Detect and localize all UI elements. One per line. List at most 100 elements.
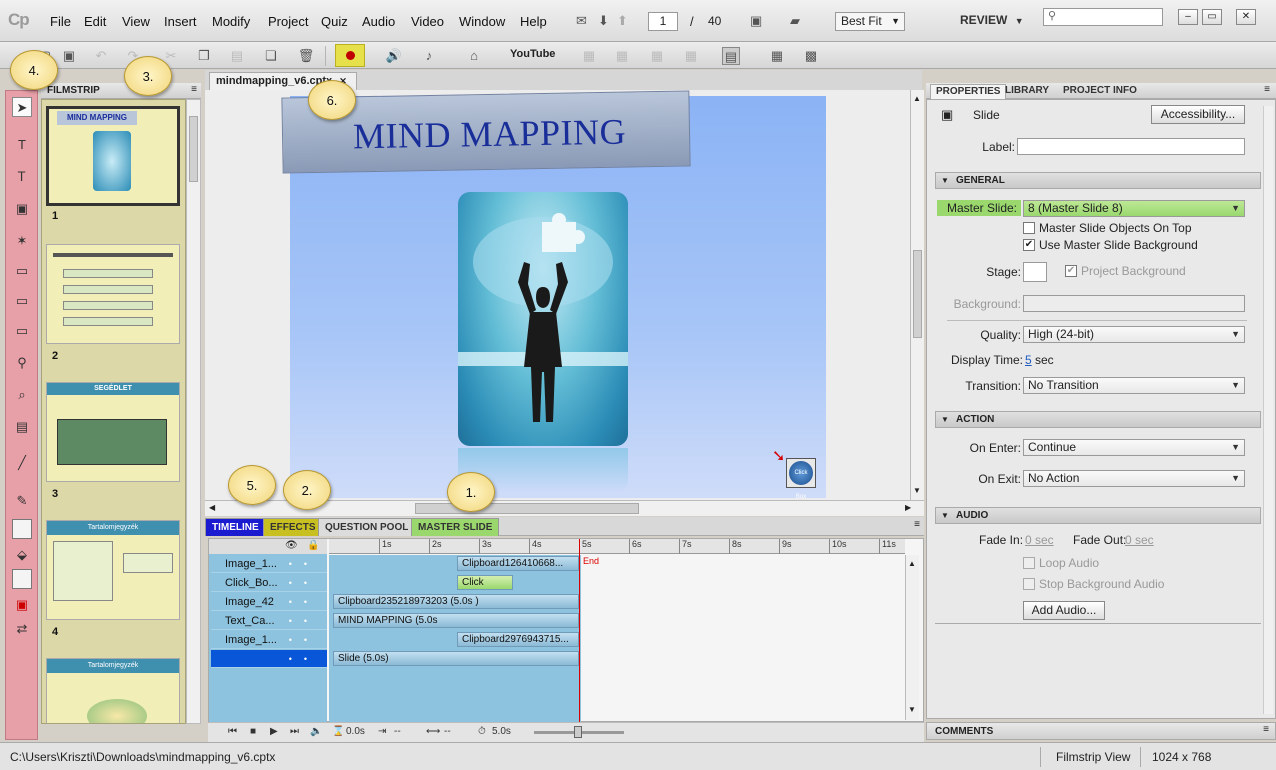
restore-button[interactable]: ▭ [1202,9,1222,25]
timeline-bar[interactable]: Clipboard2976943715... [457,632,579,647]
pencil-tool-icon[interactable]: ✎ [12,491,32,511]
camera-icon[interactable]: ⌂ [465,47,483,65]
puzzle-brain-image[interactable] [458,192,628,446]
layer-row[interactable]: Image_1... •• [211,631,327,649]
slide-thumbnail[interactable]: Tartalomjegyzék [46,658,180,723]
menu-quiz[interactable]: Quiz [321,14,348,29]
slide-thumbnail[interactable] [46,244,180,344]
speaker-icon[interactable]: 🔈 [310,726,322,737]
rewind-icon[interactable]: ⏮ [228,726,237,737]
timeline-bar[interactable]: Clipboard235218973203 (5.0s ) [333,594,579,609]
menu-window[interactable]: Window [459,14,505,29]
panel-menu-icon[interactable]: ≡ [1264,84,1270,95]
animation-tool-icon[interactable]: ▤ [12,417,32,437]
slide-thumbnail[interactable]: Tartalomjegyzék [46,520,180,620]
menu-video[interactable]: Video [411,14,444,29]
tab-question-pool[interactable]: QUESTION POOL [318,518,416,536]
panel-menu-icon[interactable]: ≡ [914,519,920,530]
master-on-top-checkbox[interactable] [1023,222,1035,234]
paste-icon[interactable]: ▤ [228,47,246,65]
group-icon[interactable]: ▦ [682,47,700,65]
lock-icon[interactable]: 🔒 [307,540,319,551]
zoom-slider-handle[interactable] [574,726,582,738]
zoom-area-tool-icon[interactable]: ⚲ [12,353,32,373]
scroll-thumb[interactable] [913,250,922,338]
slide-number-input[interactable]: 1 [648,12,678,31]
comments-panel-header[interactable]: COMMENTS ≡ [926,722,1276,740]
scroll-thumb[interactable] [415,503,639,514]
eye-icon[interactable]: 👁 [285,540,298,551]
on-exit-select[interactable]: No Action [1023,470,1245,487]
label-field[interactable] [1017,138,1245,155]
text-caption-tool-icon[interactable]: T [12,135,32,155]
scroll-right-icon[interactable]: ▶ [905,503,911,512]
layer-row-selected[interactable]: •• [211,650,327,668]
properties-scrollbar[interactable] [1263,106,1273,714]
fade-in-value[interactable]: 0 sec [1025,533,1054,547]
click-box-tool-icon[interactable]: ▭ [12,291,32,311]
menu-file[interactable]: File [50,14,71,29]
workspace-switcher[interactable]: REVIEW ▼ [960,13,1024,27]
copy-icon[interactable]: ❐ [195,47,213,65]
line-tool-icon[interactable]: ╱ [12,453,32,473]
timeline-bar[interactable]: MIND MAPPING (5.0s [333,613,579,628]
send-back-icon[interactable]: ▦ [648,47,666,65]
add-audio-button[interactable]: Add Audio... [1023,601,1105,620]
stop-bg-audio-checkbox[interactable] [1023,578,1035,590]
background-field[interactable] [1023,295,1245,312]
layer-row[interactable]: Click_Bo... •• [211,574,327,592]
timeline-scrollbar[interactable]: ▲ ▼ [905,555,919,720]
general-section-header[interactable]: GENERAL [935,172,1261,189]
menu-help[interactable]: Help [520,14,547,29]
use-master-bg-checkbox[interactable]: ✔ [1023,239,1035,251]
filmstrip-scrollbar[interactable] [186,99,201,724]
transition-select[interactable]: No Transition [1023,377,1245,394]
master-slide-select[interactable]: 8 (Master Slide 8) [1023,200,1245,217]
undo-icon[interactable]: ↶ [92,47,110,65]
youtube-icon[interactable]: YouTube [510,48,555,64]
arrow-up-icon[interactable]: ⬆ [617,13,628,29]
stop-icon[interactable]: ■ [250,726,256,737]
layer-row[interactable]: Image_42 •• [211,593,327,611]
panel-menu-icon[interactable]: ≡ [1263,724,1269,735]
bring-forward-icon[interactable]: ▦ [613,47,631,65]
slide-thumbnail[interactable]: SEGÉDLET [46,382,180,482]
audio-icon[interactable]: 🔊 [385,47,403,65]
timeline-bar[interactable]: Clipboard126410668... [457,556,579,571]
menu-modify[interactable]: Modify [212,14,250,29]
search-input[interactable]: ⚲ [1043,8,1163,26]
tab-properties[interactable]: PROPERTIES [930,84,1007,99]
stage-color-swatch[interactable] [1023,262,1047,282]
fade-out-value[interactable]: 0 sec [1125,533,1154,547]
tab-timeline[interactable]: TIMELINE [205,518,266,536]
scroll-down-icon[interactable]: ▼ [908,705,916,714]
delete-icon[interactable]: 🗑 [297,47,315,65]
tab-project-info[interactable]: PROJECT INFO [1058,84,1142,99]
timeline-bar[interactable]: Slide (5.0s) [333,651,579,666]
tab-master-slide[interactable]: MASTER SLIDE [411,518,500,536]
save-icon[interactable]: ▣ [60,47,78,65]
mail-icon[interactable]: ✉ [576,13,587,29]
rollover-caption-tool-icon[interactable]: Ꭲ [12,167,32,187]
zoom-select[interactable]: Best Fit ▼ [835,12,905,31]
image-tool-icon[interactable]: ▣ [12,199,32,219]
quality-select[interactable]: High (24-bit) [1023,326,1245,343]
layer-row[interactable]: Image_1... •• [211,555,327,573]
select-tool-icon[interactable]: ➤ [12,97,32,117]
mouse-tool-icon[interactable]: ⌕ [12,385,32,405]
duplicate-icon[interactable]: ❏ [262,47,280,65]
panel-menu-icon[interactable]: ≡ [191,84,197,95]
menu-edit[interactable]: Edit [84,14,106,29]
text-entry-tool-icon[interactable]: ▭ [12,321,32,341]
menu-project[interactable]: Project [268,14,308,29]
slide-canvas[interactable]: MIND MAPPING ➘ Click Box [281,90,826,500]
tab-effects[interactable]: EFFECTS [263,518,323,536]
playhead-end-marker[interactable] [579,539,580,722]
monitor-icon[interactable]: ▣ [750,13,762,29]
timeline-ruler[interactable]: 1s 2s 3s 4s 5s 6s 7s 8s 9s 10s 11s [329,539,905,554]
audio-off-icon[interactable]: ♪ [420,47,438,65]
timeline-bar[interactable]: Click [457,575,513,590]
scroll-thumb[interactable] [189,116,198,182]
forward-icon[interactable]: ⏭ [290,726,299,737]
swap-colors-icon[interactable]: ⇄ [12,619,32,639]
